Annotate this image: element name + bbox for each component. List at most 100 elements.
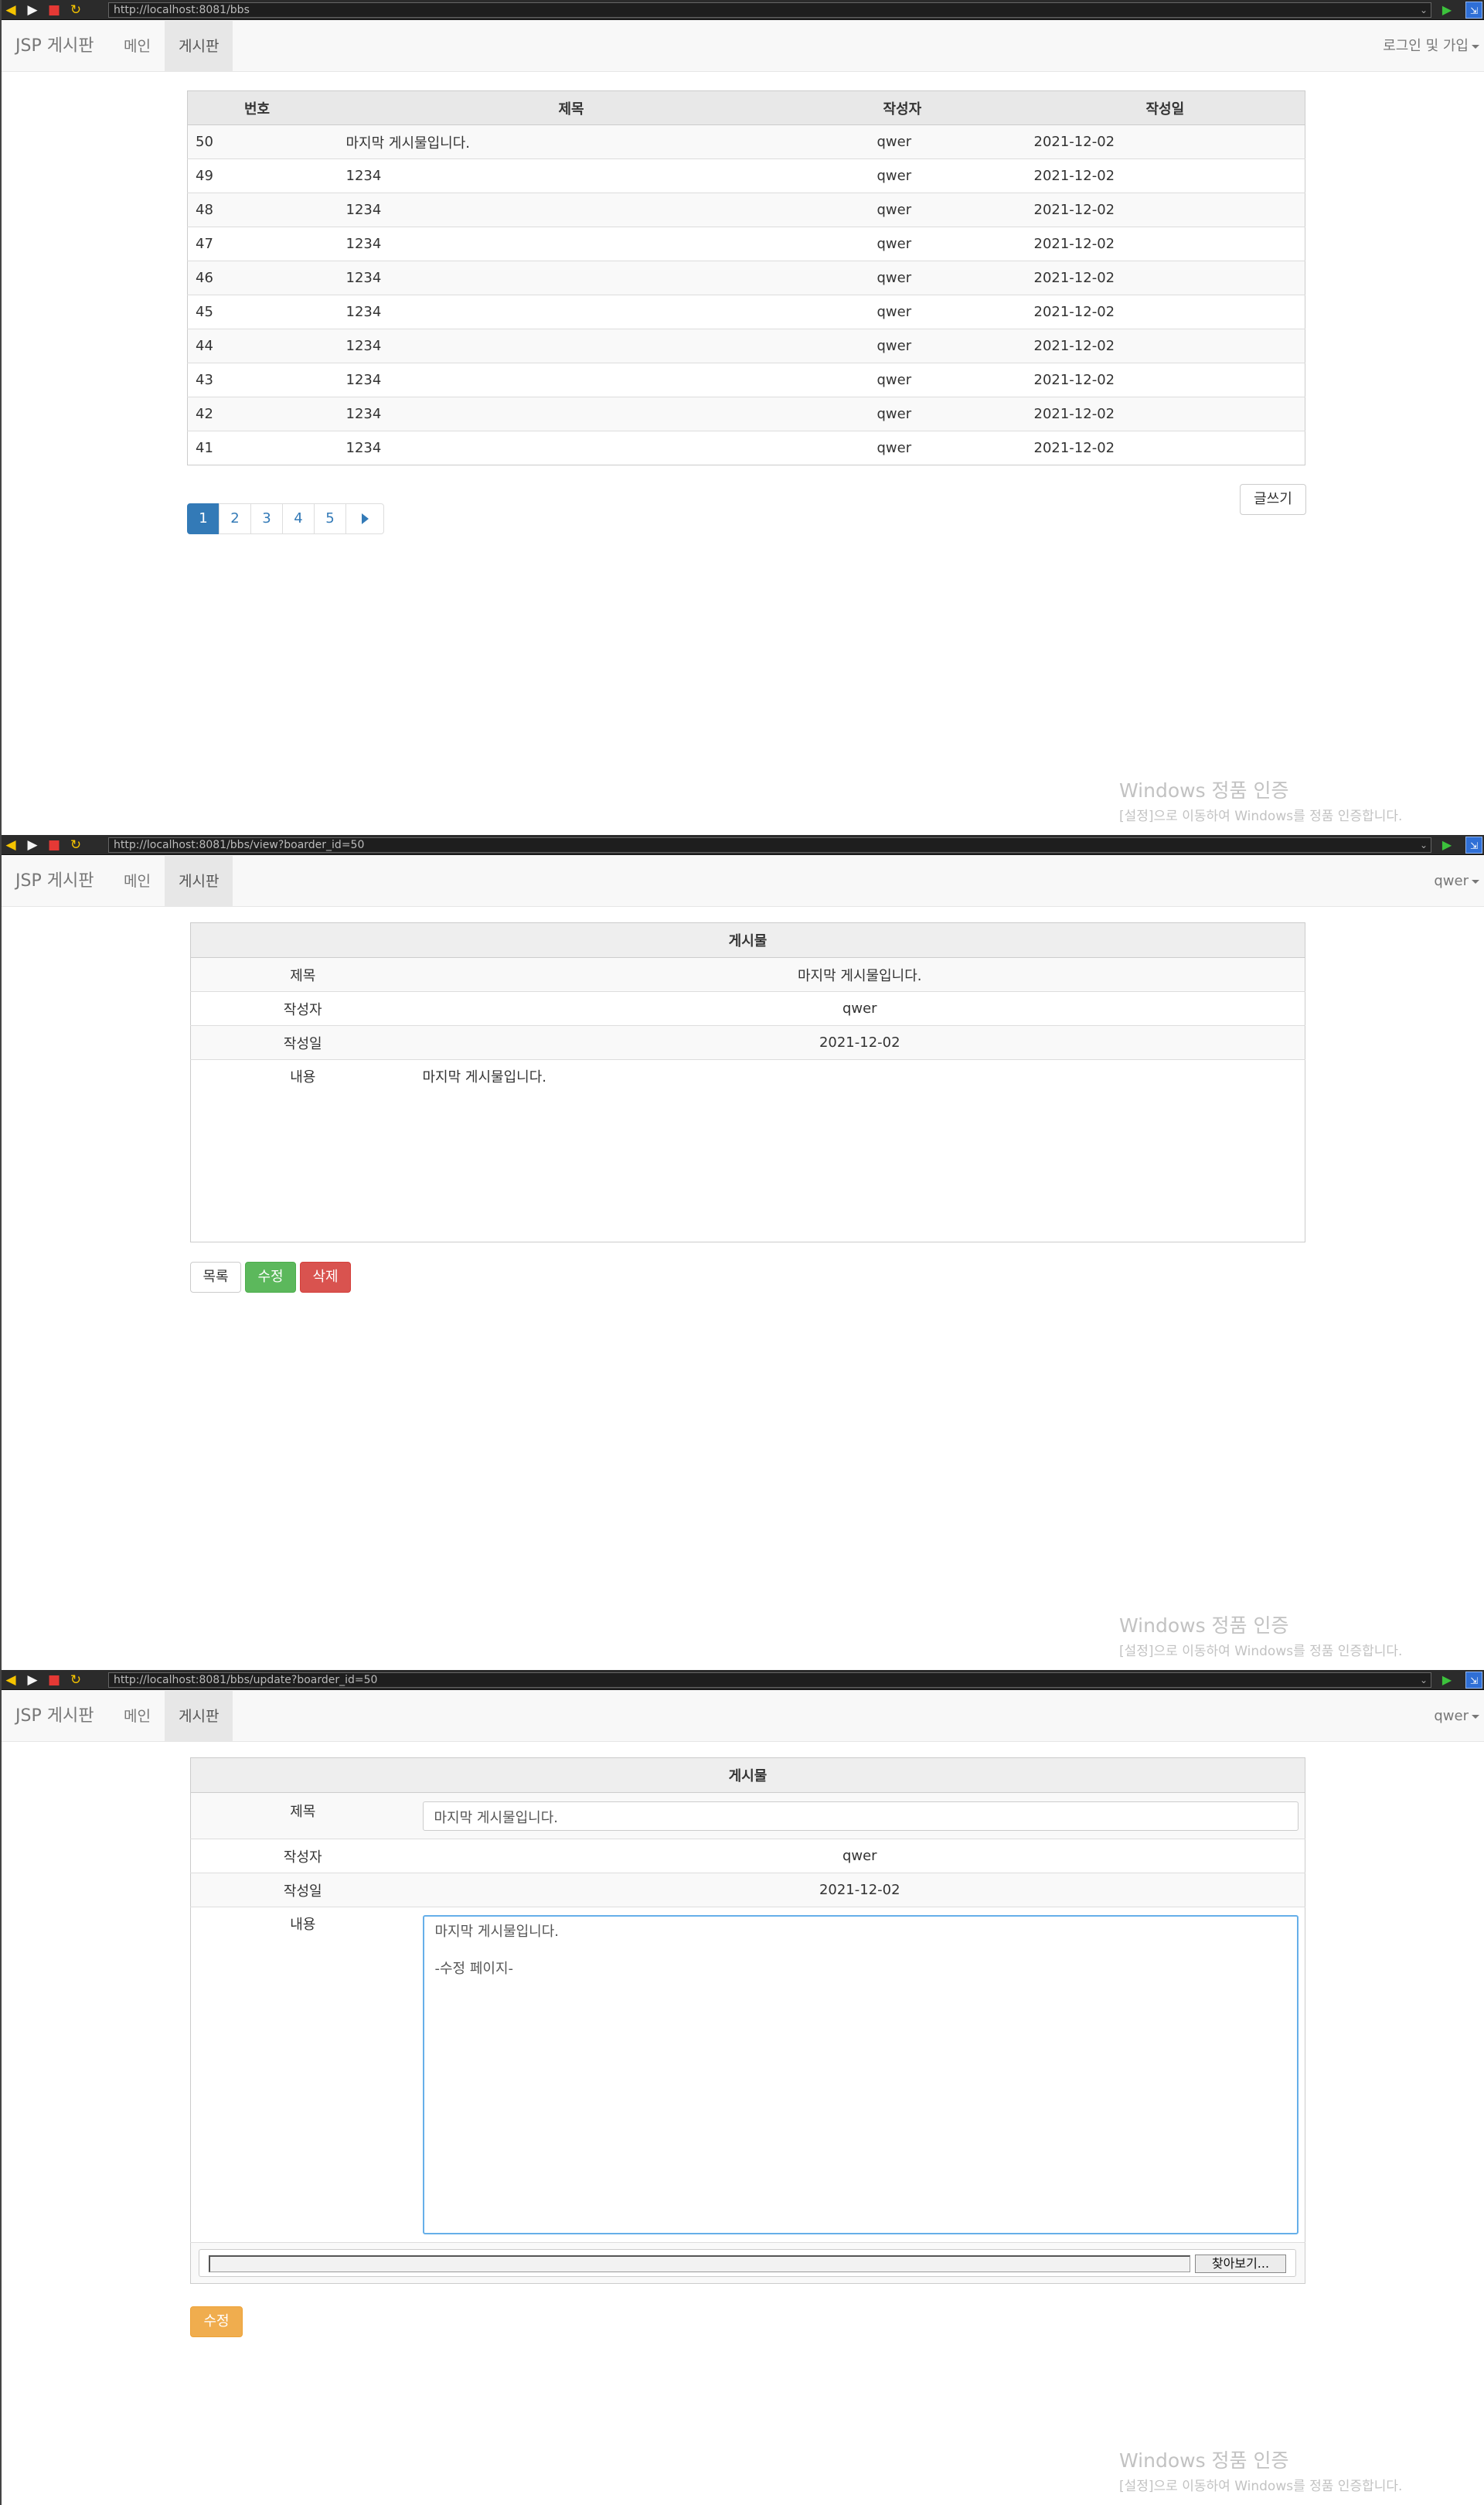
nav-item-bbs[interactable]: 게시판 (165, 1691, 233, 1742)
navbar-brand[interactable]: JSP 게시판 (15, 1691, 94, 1742)
row-author: qwer (813, 124, 1007, 159)
chevron-down-icon[interactable]: ⌄ (1420, 1673, 1428, 1687)
address-bar[interactable]: http://localhost:8081/bbs/view?boarder_i… (108, 837, 1431, 853)
page-link-5[interactable]: 5 (314, 503, 346, 534)
browser-menu-icon[interactable]: ⇲ (1465, 2, 1482, 19)
row-title-link[interactable]: 1234 (338, 397, 814, 431)
user-dropdown[interactable]: qwer (1434, 856, 1479, 907)
column-header-title: 제목 (338, 90, 814, 125)
title-row: 제목 마지막 게시물입니다. (190, 1792, 1305, 1839)
browser-toolbar: ◀ ▶ ■ ↻ http://localhost:8081/bbs/update… (2, 1670, 1484, 1690)
view-post-screen: ◀ ▶ ■ ↻ http://localhost:8081/bbs/view?b… (0, 835, 1484, 1670)
watermark-title: Windows 정품 인증 (1119, 779, 1289, 802)
nav-item-main[interactable]: 메인 (110, 1691, 165, 1742)
write-button[interactable]: 글쓰기 (1240, 484, 1306, 515)
row-number: 50 (187, 124, 339, 159)
go-icon[interactable]: ▶ (1439, 1672, 1455, 1688)
windows-activation-watermark: Windows 정품 인증 [설정]으로 이동하여 Windows를 정품 인증… (1119, 1610, 1402, 1659)
file-path-field[interactable] (209, 2255, 1190, 2272)
back-arrow-icon[interactable]: ◀ (3, 2, 19, 18)
table-row[interactable]: 42 1234 qwer 2021-12-02 (187, 397, 1305, 431)
title-label: 제목 (190, 1792, 415, 1839)
page-link-2[interactable]: 2 (219, 503, 251, 534)
table-row[interactable]: 45 1234 qwer 2021-12-02 (187, 295, 1305, 329)
table-row[interactable]: 47 1234 qwer 2021-12-02 (187, 227, 1305, 261)
content-textarea[interactable]: 마지막 게시물입니다. -수정 페이지- (422, 1915, 1298, 2234)
page-link-4[interactable]: 4 (282, 503, 315, 534)
row-title-link[interactable]: 1234 (338, 431, 814, 465)
row-title-link[interactable]: 1234 (338, 158, 814, 193)
next-page-button[interactable] (345, 503, 384, 534)
navbar-brand[interactable]: JSP 게시판 (15, 21, 94, 72)
file-input[interactable]: 찾아보기... (199, 2249, 1296, 2277)
browse-file-button[interactable]: 찾아보기... (1195, 2254, 1286, 2273)
navbar: JSP 게시판 메인 게시판 qwer (2, 1691, 1484, 1742)
reload-icon[interactable]: ↻ (68, 1672, 83, 1688)
delete-button[interactable]: 삭제 (300, 1262, 351, 1293)
row-title-link[interactable]: 1234 (338, 227, 814, 261)
update-post-screen: ◀ ▶ ■ ↻ http://localhost:8081/bbs/update… (0, 1670, 1484, 2505)
reload-icon[interactable]: ↻ (68, 837, 83, 853)
nav-item-main[interactable]: 메인 (110, 856, 165, 907)
post-view-table: 게시물 제목 마지막 게시물입니다. 작성자 qwer 작성일 2021-12-… (190, 922, 1305, 1242)
nav-item-bbs[interactable]: 게시판 (165, 21, 233, 72)
navbar-brand[interactable]: JSP 게시판 (15, 856, 94, 907)
row-title-link[interactable]: 1234 (338, 295, 814, 329)
table-row[interactable]: 41 1234 qwer 2021-12-02 (187, 431, 1305, 465)
table-header-row: 번호 제목 작성자 작성일 (187, 90, 1305, 125)
browser-menu-icon[interactable]: ⇲ (1465, 837, 1482, 854)
go-icon[interactable]: ▶ (1439, 2, 1455, 18)
list-button[interactable]: 목록 (190, 1262, 241, 1293)
date-label: 작성일 (190, 1025, 415, 1060)
login-join-dropdown[interactable]: 로그인 및 가입 (1383, 21, 1479, 72)
row-date: 2021-12-02 (1006, 124, 1305, 159)
page-link-3[interactable]: 3 (250, 503, 283, 534)
table-row[interactable]: 49 1234 qwer 2021-12-02 (187, 158, 1305, 193)
row-title-link[interactable]: 1234 (338, 329, 814, 363)
stop-icon[interactable]: ■ (46, 1672, 62, 1688)
chevron-down-icon[interactable]: ⌄ (1420, 3, 1428, 17)
row-title-link[interactable]: 1234 (338, 261, 814, 295)
forward-arrow-icon[interactable]: ▶ (25, 2, 40, 18)
row-title-link[interactable]: 1234 (338, 193, 814, 227)
content-label: 내용 (190, 1907, 415, 2243)
reload-icon[interactable]: ↻ (68, 2, 83, 18)
content-value: 마지막 게시물입니다. (414, 1059, 1305, 1242)
browser-menu-icon[interactable]: ⇲ (1465, 1672, 1482, 1689)
user-dropdown[interactable]: qwer (1434, 1691, 1479, 1742)
row-number: 49 (187, 158, 339, 193)
page-link-1[interactable]: 1 (187, 503, 220, 534)
title-input[interactable]: 마지막 게시물입니다. (422, 1801, 1298, 1831)
row-author: qwer (813, 397, 1007, 431)
row-number: 43 (187, 363, 339, 397)
address-bar[interactable]: http://localhost:8081/bbs/update?boarder… (108, 1672, 1431, 1688)
nav-item-bbs[interactable]: 게시판 (165, 856, 233, 907)
row-title-link[interactable]: 마지막 게시물입니다. (338, 124, 814, 159)
back-arrow-icon[interactable]: ◀ (3, 837, 19, 853)
author-label: 작성자 (190, 1839, 415, 1873)
chevron-down-icon[interactable]: ⌄ (1420, 838, 1428, 852)
stop-icon[interactable]: ■ (46, 2, 62, 18)
post-table-header: 게시물 (190, 922, 1305, 958)
table-row[interactable]: 44 1234 qwer 2021-12-02 (187, 329, 1305, 363)
file-row: 찾아보기... (190, 2242, 1305, 2284)
nav-item-main[interactable]: 메인 (110, 21, 165, 72)
author-row: 작성자 qwer (190, 991, 1305, 1026)
submit-update-button[interactable]: 수정 (190, 2306, 243, 2337)
address-bar-url: http://localhost:8081/bbs (114, 4, 250, 16)
address-bar[interactable]: http://localhost:8081/bbs ⌄ (108, 2, 1431, 18)
table-row[interactable]: 48 1234 qwer 2021-12-02 (187, 193, 1305, 227)
table-row[interactable]: 43 1234 qwer 2021-12-02 (187, 363, 1305, 397)
title-value: 마지막 게시물입니다. (414, 957, 1305, 992)
row-title-link[interactable]: 1234 (338, 363, 814, 397)
go-icon[interactable]: ▶ (1439, 837, 1455, 853)
row-author: qwer (813, 158, 1007, 193)
stop-icon[interactable]: ■ (46, 837, 62, 853)
forward-arrow-icon[interactable]: ▶ (25, 1672, 40, 1688)
edit-button[interactable]: 수정 (245, 1262, 296, 1293)
forward-arrow-icon[interactable]: ▶ (25, 837, 40, 853)
back-arrow-icon[interactable]: ◀ (3, 1672, 19, 1688)
row-date: 2021-12-02 (1006, 295, 1305, 329)
table-row[interactable]: 50 마지막 게시물입니다. qwer 2021-12-02 (187, 124, 1305, 159)
table-row[interactable]: 46 1234 qwer 2021-12-02 (187, 261, 1305, 295)
